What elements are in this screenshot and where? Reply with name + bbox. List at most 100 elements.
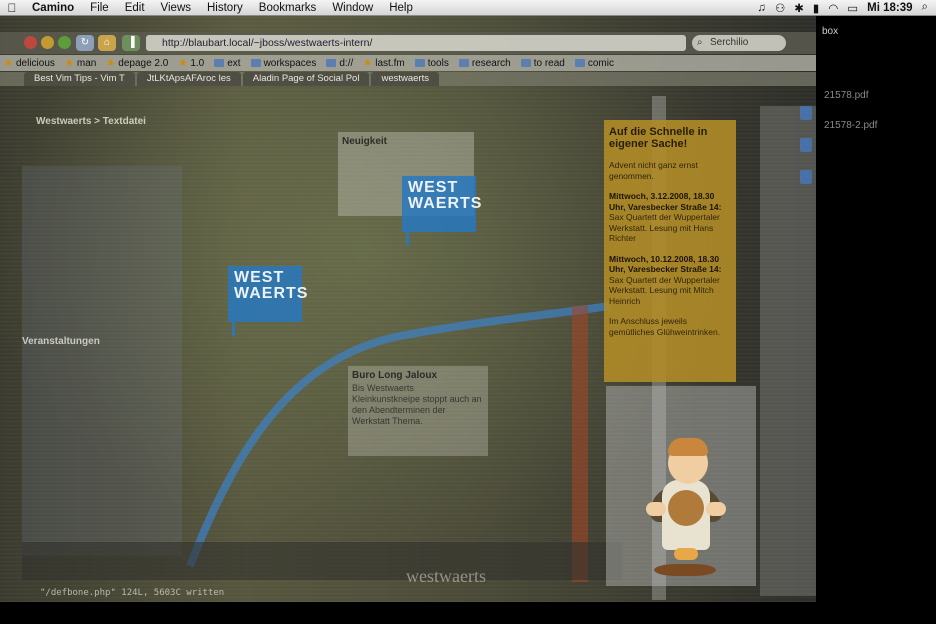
bookmark-label: ext bbox=[227, 57, 241, 69]
info-box: Buro Long Jaloux Bis Westwaerts Kleinkun… bbox=[348, 366, 488, 456]
star-icon: ★ bbox=[106, 57, 116, 69]
event-1-desc: Sax Quartett der Wuppertaler Werkstatt. … bbox=[609, 212, 720, 243]
bookmark-label: comic bbox=[587, 57, 614, 69]
folder-icon bbox=[214, 59, 225, 67]
figurine-arm bbox=[706, 502, 726, 516]
bookmark-item[interactable]: tools bbox=[414, 58, 449, 69]
minimize-window-button[interactable] bbox=[41, 36, 54, 49]
display-icon[interactable]: ▭ bbox=[847, 1, 858, 15]
apple-menu-icon[interactable]:  bbox=[0, 1, 24, 15]
bookmark-label: workspaces bbox=[263, 57, 317, 69]
battery-icon[interactable]: ▮ bbox=[813, 1, 819, 15]
tab-bar: Best Vim Tips - Vim T JtLKtApsAFAroc les… bbox=[0, 72, 816, 86]
spotlight-icon[interactable]: ⌕ bbox=[922, 1, 928, 14]
menu-edit[interactable]: Edit bbox=[117, 2, 153, 14]
westwaerts-logo: WEST WAERTS bbox=[228, 266, 307, 336]
reload-icon[interactable]: ↻ bbox=[76, 35, 94, 51]
event-2-desc: Sax Quartett der Wuppertaler Werkstatt. … bbox=[609, 274, 720, 306]
folder-icon bbox=[326, 59, 337, 67]
bookmarks-bar: ★ delicious ★ man ★ depage 2.0 ★ 1.0 ext wor… bbox=[0, 55, 816, 71]
tab-westwaerts[interactable]: westwaerts bbox=[371, 72, 439, 86]
bookmark-label: delicious bbox=[15, 57, 55, 69]
clock[interactable]: Mi 18:39 bbox=[867, 2, 912, 14]
bookmark-item[interactable]: ★ 1.0 bbox=[178, 58, 204, 69]
announcement-box: Auf die Schnelle in eigener Sache! Adven… bbox=[604, 120, 736, 382]
menu-window[interactable]: Window bbox=[324, 2, 381, 14]
tab-2[interactable]: JtLKtApsAFAroc les bbox=[136, 72, 241, 86]
desktop-file-label: 21578.pdf bbox=[824, 90, 869, 101]
info-title: Buro Long Jaloux bbox=[352, 370, 437, 381]
zoom-window-button[interactable] bbox=[58, 36, 71, 49]
figurine-arm bbox=[646, 502, 666, 516]
wifi-icon[interactable]: ◠ bbox=[828, 1, 838, 15]
westwaerts-logo: WEST WAERTS bbox=[402, 176, 481, 246]
events-heading: Veranstaltungen bbox=[22, 336, 100, 347]
folder-icon bbox=[574, 59, 585, 67]
bluetooth-icon[interactable]: ✱ bbox=[794, 1, 804, 15]
bookmark-label: to read bbox=[533, 57, 565, 69]
web-page: Westwaerts > Textdatei Veranstaltungen N… bbox=[0, 86, 816, 602]
home-icon[interactable]: ⌂ bbox=[98, 35, 116, 51]
event-2: Mittwoch, 10.12.2008, 18.30 Uhr, Varesbe… bbox=[609, 254, 731, 307]
side-tab-icon[interactable] bbox=[800, 106, 812, 120]
folder-icon bbox=[250, 59, 261, 67]
desktop-file-label: 21578-2.pdf bbox=[824, 120, 878, 131]
menu-file[interactable]: File bbox=[82, 2, 117, 14]
left-column bbox=[22, 166, 182, 556]
bookmark-item[interactable]: research bbox=[458, 57, 511, 69]
event-2-when: Mittwoch, 10.12.2008, 18.30 Uhr, Varesbe… bbox=[609, 253, 722, 275]
bookmark-item[interactable]: ★ depage 2.0 bbox=[106, 58, 168, 69]
menu-history[interactable]: History bbox=[199, 2, 251, 14]
bookmark-item[interactable]: d:// bbox=[326, 58, 353, 69]
bookmark-item[interactable]: ext bbox=[214, 57, 241, 69]
tab-3[interactable]: Aladin Page of Social Pol bbox=[242, 72, 370, 86]
search-input[interactable]: Serchilio bbox=[692, 35, 786, 51]
bookmark-item[interactable]: ★ delicious bbox=[4, 58, 55, 69]
bookmark-label: last.fm bbox=[375, 57, 405, 69]
announcement-intro: Advent nicht ganz ernst genommen. bbox=[609, 160, 698, 181]
announcement-heading: Auf die Schnelle in eigener Sache! bbox=[609, 126, 708, 150]
folder-icon bbox=[520, 59, 531, 67]
menu-help[interactable]: Help bbox=[381, 2, 421, 14]
news-title: Neuigkeit bbox=[342, 136, 388, 147]
music-note-icon[interactable]: ♫ bbox=[757, 2, 766, 14]
announcement-outro: Im Anschluss jeweils gemütliches Glühwei… bbox=[609, 316, 721, 337]
star-icon: ★ bbox=[178, 57, 188, 69]
desktop-folder-label: box bbox=[822, 26, 839, 37]
folder-icon bbox=[414, 59, 425, 67]
figurine-feet bbox=[674, 548, 698, 560]
url-bar[interactable]: http://blaubart.local/~jboss/westwaerts-… bbox=[146, 35, 686, 51]
bookmark-label: man bbox=[76, 57, 97, 69]
side-tabs bbox=[800, 106, 816, 206]
bookmark-label: depage 2.0 bbox=[118, 57, 169, 69]
status-line: "/defbone.php" 124L, 5603C written bbox=[40, 588, 225, 598]
bookmark-item[interactable]: ★ last.fm bbox=[363, 58, 404, 69]
menu-extras: ♫ ⚇ ✱ ▮ ◠ ▭ Mi 18:39 ⌕ bbox=[757, 1, 936, 15]
star-icon: ★ bbox=[64, 57, 74, 69]
info-text: Bis Westwaerts Kleinkunstkneipe stoppt a… bbox=[352, 383, 482, 426]
bookmark-item[interactable]: ★ man bbox=[65, 58, 96, 69]
desktop-file-1[interactable]: 21578.pdf bbox=[824, 90, 869, 101]
close-window-button[interactable] bbox=[24, 36, 37, 49]
browser-window: ↻ ⌂ ▐ http://blaubart.local/~jboss/westw… bbox=[0, 16, 816, 602]
bookmark-add-icon[interactable]: ▐ bbox=[122, 35, 140, 51]
breadcrumb[interactable]: Westwaerts > Textdatei bbox=[36, 116, 146, 127]
menu-app-name[interactable]: Camino bbox=[24, 2, 82, 14]
figurine-drum bbox=[668, 490, 704, 526]
bookmark-item[interactable]: to read bbox=[520, 57, 565, 69]
side-tab-icon[interactable] bbox=[800, 170, 812, 184]
bookmark-item[interactable]: workspaces bbox=[250, 57, 317, 69]
accent-strip bbox=[572, 306, 588, 582]
desktop-file-2[interactable]: 21578-2.pdf bbox=[824, 120, 877, 131]
figurine-hair bbox=[668, 438, 708, 456]
side-tab-icon[interactable] bbox=[800, 138, 812, 152]
bookmark-label: research bbox=[471, 57, 511, 69]
tab-vim-tips[interactable]: Best Vim Tips - Vim T bbox=[24, 72, 135, 86]
user-icon[interactable]: ⚇ bbox=[775, 1, 785, 15]
menu-bookmarks[interactable]: Bookmarks bbox=[251, 2, 325, 14]
desktop: box 21578.pdf 21578-2.pdf bbox=[796, 16, 936, 624]
menu-views[interactable]: Views bbox=[153, 2, 199, 14]
bookmark-item[interactable]: comic bbox=[574, 57, 614, 69]
window-controls bbox=[24, 36, 71, 49]
bookmark-label: d:// bbox=[339, 57, 354, 69]
